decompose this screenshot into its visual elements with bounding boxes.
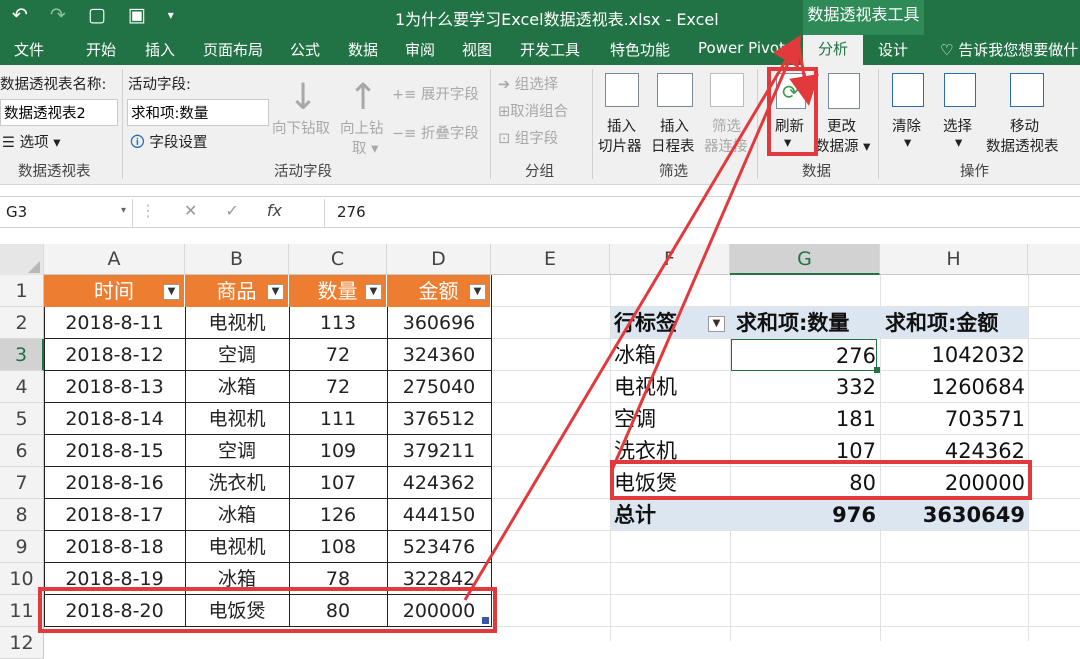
annotation-arrows <box>463 34 819 601</box>
arrow-to-refresh-2 <box>610 39 800 471</box>
arrow-to-refresh <box>463 34 802 601</box>
arrow-to-refresh-3 <box>789 39 819 106</box>
